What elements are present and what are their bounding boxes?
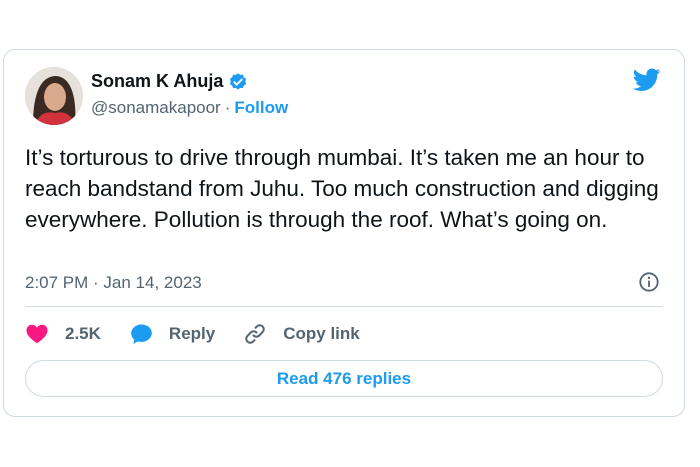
tweet-text: It’s torturous to drive through mumbai. … bbox=[25, 145, 659, 232]
tweet-card: Sonam K Ahuja @sonamakapoor · Follow It’… bbox=[3, 49, 685, 417]
copy-link-button[interactable]: Copy link bbox=[243, 322, 360, 346]
tweet-timestamp[interactable]: 2:07 PM · Jan 14, 2023 bbox=[25, 273, 202, 293]
divider bbox=[25, 306, 663, 307]
avatar-image bbox=[25, 67, 83, 125]
author-name[interactable]: Sonam K Ahuja bbox=[91, 71, 223, 92]
like-button[interactable]: 2.5K bbox=[25, 322, 101, 346]
author-handle-row: @sonamakapoor · Follow bbox=[91, 98, 288, 118]
separator-dot: · bbox=[224, 98, 231, 117]
avatar[interactable] bbox=[25, 67, 83, 125]
reply-label: Reply bbox=[168, 324, 216, 343]
reply-icon bbox=[131, 324, 152, 344]
read-replies-button[interactable]: Read 476 replies bbox=[25, 360, 663, 397]
action-bar: 2.5K Reply Copy link bbox=[25, 321, 388, 347]
follow-button[interactable]: Follow bbox=[234, 98, 288, 118]
reply-button[interactable]: Reply bbox=[129, 322, 215, 346]
read-replies-label: Read 476 replies bbox=[276, 368, 412, 388]
author-name-row: Sonam K Ahuja bbox=[91, 71, 248, 92]
twitter-bird-icon[interactable] bbox=[633, 68, 661, 92]
author-handle[interactable]: @sonamakapoor bbox=[91, 98, 221, 118]
link-icon bbox=[245, 324, 265, 344]
verified-badge-icon bbox=[230, 72, 247, 90]
copy-link-label: Copy link bbox=[283, 324, 360, 343]
info-icon[interactable] bbox=[638, 271, 660, 293]
like-count: 2.5K bbox=[65, 324, 101, 343]
heart-icon bbox=[26, 324, 48, 344]
